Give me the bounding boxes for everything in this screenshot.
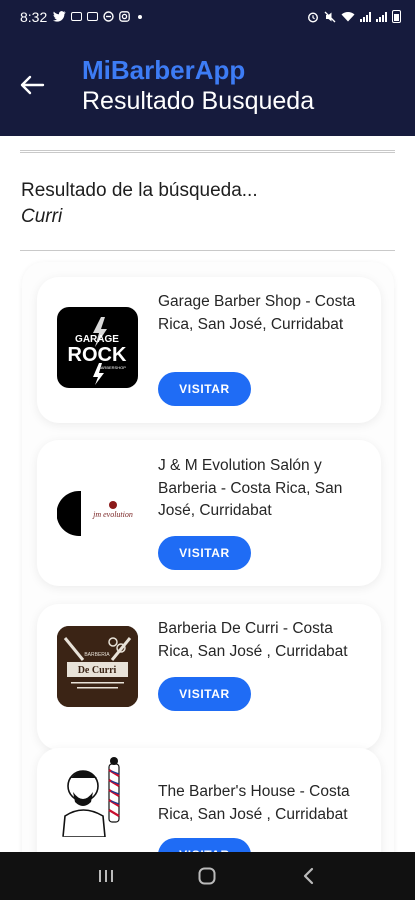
visit-button[interactable]: VISITAR <box>158 677 251 711</box>
home-icon <box>198 867 216 885</box>
visit-button[interactable]: VISITAR <box>158 372 251 406</box>
dnd-icon <box>103 11 114 22</box>
logo-text: De Curri <box>78 665 117 676</box>
arrow-left-icon <box>20 75 45 95</box>
divider <box>20 250 395 251</box>
logo-text: BARBERSHOP <box>98 365 126 370</box>
home-button[interactable] <box>187 856 227 896</box>
mute-icon <box>324 11 336 22</box>
dot-icon <box>138 14 143 19</box>
app-bar: MiBarberApp Resultado Busqueda <box>0 33 415 136</box>
instagram-icon <box>119 11 131 22</box>
back-nav-button[interactable] <box>289 856 329 896</box>
divider <box>20 150 395 153</box>
page-title: Resultado Busqueda <box>82 87 315 115</box>
visit-button[interactable]: VISITAR <box>158 536 251 570</box>
recent-apps-button[interactable] <box>86 856 126 896</box>
app-name: MiBarberApp <box>82 55 246 85</box>
mail-icon <box>71 12 83 21</box>
result-card[interactable]: The Barber's House - Costa Rica, San Jos… <box>37 748 381 852</box>
status-right-icons <box>307 10 401 23</box>
wifi-icon <box>341 12 355 22</box>
search-results-view[interactable]: Resultado de la búsqueda... Curri GARAGE… <box>0 136 415 852</box>
twitter-icon <box>53 11 66 22</box>
barbershop-logo: jm evolution <box>57 473 138 554</box>
barbershop-logo: GARAGE ROCK BARBERSHOP <box>57 307 138 388</box>
search-query: Curri <box>21 206 63 227</box>
result-card[interactable]: BARBERIA De Curri Barberia De Curri - Co… <box>37 604 381 750</box>
logo-text: BARBERIA <box>84 652 110 658</box>
battery-icon <box>392 10 401 23</box>
alarm-icon <box>307 11 319 23</box>
recent-apps-icon <box>98 870 113 882</box>
status-bar: 8:32 <box>0 0 415 33</box>
system-nav-bar <box>0 852 415 900</box>
signal-icon <box>360 11 371 22</box>
signal-icon <box>376 11 387 22</box>
barbershop-name: Garage Barber Shop - Costa Rica, San Jos… <box>158 293 356 333</box>
barbershop-logo <box>53 756 143 837</box>
results-heading: Resultado de la búsqueda... <box>21 180 258 201</box>
ticket-icon <box>87 12 99 21</box>
logo-text: jm evolution <box>92 510 133 519</box>
back-button[interactable] <box>12 65 52 105</box>
back-icon <box>304 867 314 885</box>
status-left-icons <box>53 11 143 22</box>
result-card[interactable]: jm evolution J & M Evolution Salón y Bar… <box>37 440 381 586</box>
result-card[interactable]: GARAGE ROCK BARBERSHOP Garage Barber Sho… <box>37 277 381 423</box>
logo-text: ROCK <box>68 344 127 366</box>
barbershop-name: The Barber's House - Costa Rica, San Jos… <box>158 783 350 823</box>
status-time: 8:32 <box>20 8 48 25</box>
visit-button[interactable]: VISITAR <box>158 838 251 852</box>
barbershop-logo: BARBERIA De Curri <box>57 626 138 707</box>
barbershop-name: Barberia De Curri - Costa Rica, San José… <box>158 620 348 660</box>
barbershop-name: J & M Evolution Salón y Barberia - Costa… <box>158 457 343 519</box>
